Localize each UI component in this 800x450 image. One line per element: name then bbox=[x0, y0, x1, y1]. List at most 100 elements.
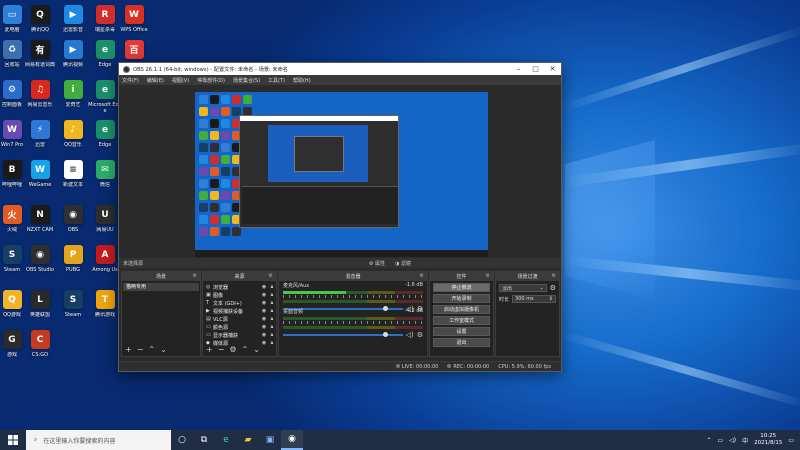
desktop-icon[interactable]: ⚡ 迅雷 bbox=[22, 120, 58, 161]
desktop-app-icon: N bbox=[30, 205, 50, 224]
lock-icon[interactable]: 🔒︎ bbox=[268, 308, 276, 314]
dock-settings-icon[interactable]: ⚙ bbox=[552, 273, 556, 279]
live-status: LIVE: 00:00:00 bbox=[395, 364, 438, 370]
menu-item[interactable]: 停靠部件(D) bbox=[197, 77, 225, 84]
dock-settings-icon[interactable]: ⚙ bbox=[193, 273, 197, 279]
volume-icon[interactable]: ◁) bbox=[729, 437, 736, 444]
control-button[interactable]: 启动虚拟摄像机 bbox=[433, 305, 490, 314]
obs-taskbar-icon[interactable]: ◉ bbox=[281, 430, 303, 450]
lock-icon[interactable]: 🔒︎ bbox=[268, 284, 276, 290]
obs-titlebar[interactable]: OBS 26.1.1 (64-bit, windows) - 配置文件: 未命名… bbox=[119, 63, 561, 75]
clock[interactable]: 10:25 2021/8/15 bbox=[754, 433, 782, 447]
desktop-icon[interactable]: S Steam bbox=[55, 290, 91, 331]
control-button[interactable]: 设置 bbox=[433, 327, 490, 336]
control-button[interactable]: 工作室模式 bbox=[433, 316, 490, 325]
folder-icon[interactable]: ▰ bbox=[237, 430, 259, 450]
store-icon[interactable]: ▣ bbox=[259, 430, 281, 450]
start-button[interactable] bbox=[0, 430, 26, 450]
eye-icon[interactable]: ◉ bbox=[260, 292, 268, 298]
mixer-title: 混音器 bbox=[345, 274, 361, 280]
notification-icon[interactable]: ▭ bbox=[788, 437, 794, 444]
desktop-icon[interactable]: W WeGame bbox=[22, 160, 58, 201]
duration-input[interactable]: 300 ms ⇕ bbox=[512, 295, 556, 303]
move-down-icon[interactable]: ⌄ bbox=[253, 345, 260, 354]
source-item[interactable]: ▶ 视频捕获设备 ◉ 🔒︎ bbox=[203, 307, 276, 315]
desktop-icon[interactable]: L 英雄联盟 bbox=[22, 290, 58, 331]
add-icon[interactable]: + bbox=[206, 345, 213, 354]
eye-icon[interactable]: ◉ bbox=[260, 300, 268, 306]
desktop-icon[interactable]: P PUBG bbox=[55, 245, 91, 286]
menu-item[interactable]: 工具(T) bbox=[268, 77, 285, 84]
source-item[interactable]: ◎ 浏览器 ◉ 🔒︎ bbox=[203, 283, 276, 291]
desktop-icon[interactable]: 有网易有道词典 bbox=[22, 40, 58, 81]
add-icon[interactable]: + bbox=[125, 345, 132, 354]
gear-icon[interactable]: ⚙ bbox=[229, 345, 236, 354]
dock-settings-icon[interactable]: ⚙ bbox=[486, 273, 490, 279]
control-button[interactable]: 停止推流 bbox=[433, 283, 490, 292]
remove-icon[interactable]: − bbox=[137, 345, 144, 354]
eye-icon[interactable]: ◉ bbox=[260, 332, 268, 338]
desktop-icon-label: 迅雷 bbox=[34, 142, 45, 148]
lock-icon[interactable]: 🔒︎ bbox=[268, 292, 276, 298]
desktop-icon[interactable]: N NZXT CAM bbox=[22, 205, 58, 246]
desktop-icon[interactable]: ◉ OBS Studio bbox=[22, 245, 58, 286]
menu-item[interactable]: 场景集合(S) bbox=[233, 77, 260, 84]
source-item[interactable]: ▭ 颜色源 ◉ 🔒︎ bbox=[203, 323, 276, 331]
control-button[interactable]: 退出 bbox=[433, 338, 490, 347]
eye-icon[interactable]: ◉ bbox=[260, 316, 268, 322]
remove-icon[interactable]: − bbox=[218, 345, 225, 354]
lock-icon[interactable]: 🔒︎ bbox=[268, 332, 276, 338]
dock-settings-icon[interactable]: ⚙ bbox=[420, 273, 424, 279]
maximize-icon[interactable]: □ bbox=[527, 65, 544, 73]
volume-slider-handle[interactable] bbox=[383, 332, 389, 337]
eye-icon[interactable]: ◉ bbox=[260, 308, 268, 314]
scene-item[interactable]: 猫两专用 bbox=[123, 283, 199, 291]
gear-icon[interactable]: ⚙ bbox=[550, 284, 556, 292]
menu-item[interactable]: 视图(V) bbox=[172, 77, 189, 84]
desktop-icon[interactable]: C CS:GO bbox=[22, 330, 58, 371]
source-item[interactable]: T 文本 (GDI+) ◉ 🔒︎ bbox=[203, 299, 276, 307]
dock-settings-icon[interactable]: ⚙ bbox=[269, 273, 273, 279]
gear-icon[interactable]: ⚙ bbox=[417, 331, 423, 339]
desktop-icon[interactable]: ♪ QQ音乐 bbox=[55, 120, 91, 161]
taskbar-search-box[interactable]: ⌕ 在这里输入你要搜索的内容 bbox=[26, 430, 171, 450]
move-up-icon[interactable]: ⌃ bbox=[148, 345, 155, 354]
source-item[interactable]: ▣ 图像 ◉ 🔒︎ bbox=[203, 291, 276, 299]
control-button[interactable]: 开始录制 bbox=[433, 294, 490, 303]
minimize-icon[interactable]: – bbox=[510, 65, 527, 73]
input-language[interactable]: 中 bbox=[742, 436, 748, 445]
close-icon[interactable]: ✕ bbox=[544, 65, 561, 73]
desktop-icon[interactable]: ≡ 新建文本 bbox=[55, 160, 91, 201]
tray-chevron-icon[interactable]: ⌃ bbox=[706, 437, 711, 444]
properties-button[interactable]: ⚙ 属性 bbox=[369, 260, 385, 267]
lock-icon[interactable]: 🔒︎ bbox=[268, 316, 276, 322]
taskview-icon[interactable]: ⧉ bbox=[193, 430, 215, 450]
network-icon[interactable]: ▭ bbox=[717, 437, 723, 444]
cortana-icon[interactable]: ○ bbox=[171, 430, 193, 450]
move-up-icon[interactable]: ⌃ bbox=[242, 345, 249, 354]
lock-icon[interactable]: 🔒︎ bbox=[268, 324, 276, 330]
transition-select[interactable]: 淡出 ⌄ bbox=[499, 284, 547, 292]
menu-item[interactable]: 帮助(H) bbox=[293, 77, 311, 84]
eye-icon[interactable]: ◉ bbox=[260, 324, 268, 330]
eye-icon[interactable]: ◉ bbox=[260, 340, 268, 346]
menu-item[interactable]: 文件(F) bbox=[122, 77, 139, 84]
source-item[interactable]: ▭ 显示器捕获 ◉ 🔒︎ bbox=[203, 331, 276, 339]
edge-icon[interactable]: e bbox=[215, 430, 237, 450]
menu-item[interactable]: 编辑(E) bbox=[147, 77, 164, 84]
preview-canvas[interactable] bbox=[195, 92, 488, 257]
source-name: 浏览器 bbox=[213, 284, 229, 291]
lock-icon[interactable]: 🔒︎ bbox=[268, 300, 276, 306]
volume-slider[interactable] bbox=[283, 332, 403, 337]
desktop-icon[interactable]: ♫ 网易云音乐 bbox=[22, 80, 58, 121]
source-item[interactable]: ▤ VLC源 ◉ 🔒︎ bbox=[203, 315, 276, 323]
preview-icon bbox=[210, 119, 219, 128]
filters-button[interactable]: ◑ 滤镜 bbox=[395, 260, 411, 267]
move-down-icon[interactable]: ⌄ bbox=[160, 345, 167, 354]
speaker-icon[interactable]: ◁) bbox=[406, 331, 414, 339]
desktop-icon[interactable]: ▶ 腾讯视频 bbox=[55, 40, 91, 81]
lock-icon[interactable]: 🔒︎ bbox=[268, 340, 276, 346]
eye-icon[interactable]: ◉ bbox=[260, 284, 268, 290]
desktop-icon[interactable]: i 爱奇艺 bbox=[55, 80, 91, 121]
desktop-icon[interactable]: ◉ OBS bbox=[55, 205, 91, 246]
